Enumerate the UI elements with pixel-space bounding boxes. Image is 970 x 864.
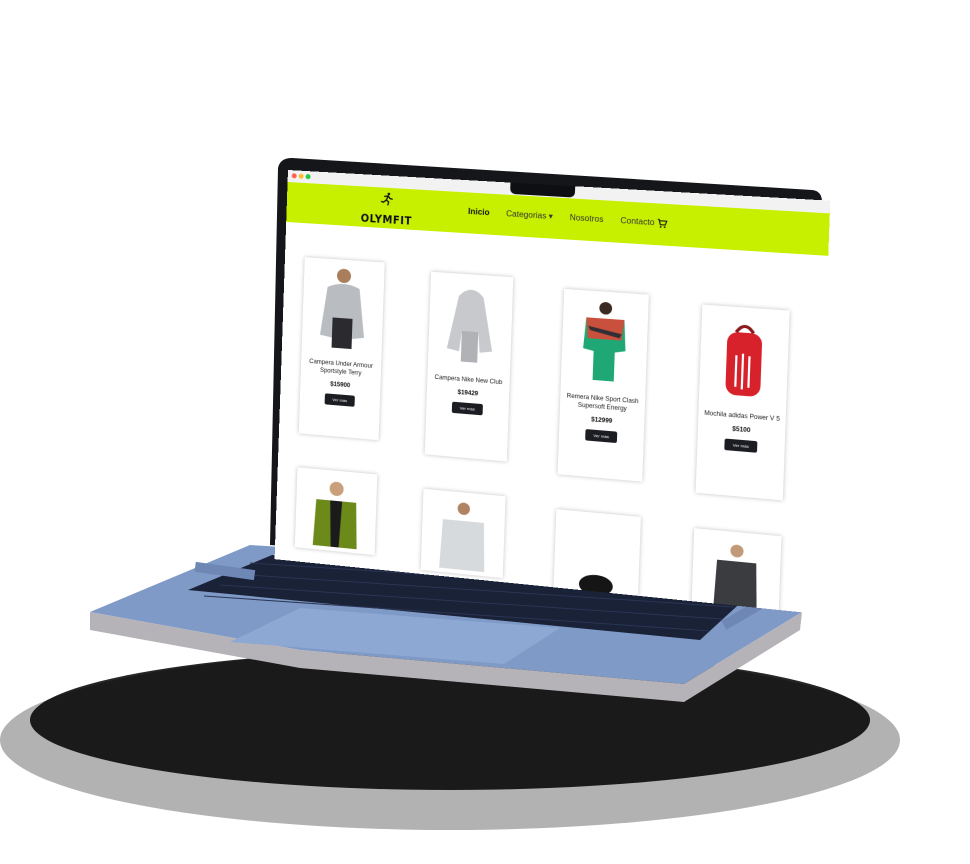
view-more-button[interactable]: Ver más — [325, 393, 355, 407]
brand-logo[interactable]: OLYMFIT — [356, 190, 418, 228]
product-price: $5100 — [732, 427, 750, 435]
product-card[interactable] — [553, 509, 640, 600]
nav-item-contacto[interactable]: Contacto — [620, 216, 654, 227]
product-card[interactable] — [421, 489, 506, 578]
main-nav: Inicio Categorias ▾ Nosotros Contacto — [468, 207, 655, 227]
product-name: Campera Under Armour Sportstyle Terry — [301, 357, 381, 379]
runner-icon — [380, 191, 395, 206]
product-card[interactable]: Remera Nike Sport Clash Supersoft Energy… — [558, 289, 649, 482]
product-name: Remera Nike Sport Clash Supersoft Energy — [560, 392, 645, 415]
product-image — [559, 516, 636, 600]
product-card[interactable]: Mochila adidas Power V 5 $5100 Ver más — [696, 305, 790, 501]
product-image — [426, 495, 500, 577]
product-card[interactable] — [691, 528, 781, 613]
product-card[interactable]: Campera Under Armour Sportstyle Terry $1… — [299, 257, 385, 440]
cart-icon[interactable] — [657, 218, 668, 231]
product-price: $12999 — [591, 417, 612, 425]
screen-content: OLYMFIT Inicio Categorias ▾ Nosotros Con… — [275, 170, 831, 614]
view-more-button[interactable]: Ver más — [452, 402, 483, 416]
maximize-dot[interactable] — [306, 174, 311, 179]
nav-item-categorias[interactable]: Categorias ▾ — [506, 209, 553, 221]
product-image — [300, 474, 372, 555]
product-image — [704, 311, 784, 407]
view-more-button[interactable]: Ver más — [585, 429, 617, 443]
nav-item-inicio[interactable]: Inicio — [468, 207, 490, 217]
view-more-button[interactable]: Ver más — [724, 439, 757, 453]
product-card[interactable]: Campera Nike New Club $19429 Ver más — [425, 272, 514, 462]
product-image — [566, 295, 643, 389]
close-dot[interactable] — [292, 173, 297, 178]
product-grid: Campera Under Armour Sportstyle Terry $1… — [275, 222, 829, 614]
product-price: $15900 — [330, 382, 350, 390]
product-image — [307, 264, 380, 355]
product-card[interactable] — [295, 467, 378, 555]
product-image — [433, 278, 508, 371]
nav-item-nosotros[interactable]: Nosotros — [570, 213, 604, 224]
product-name: Campera Nike New Club — [430, 373, 506, 387]
product-price: $19429 — [457, 390, 478, 398]
product-image — [697, 535, 776, 614]
product-name: Mochila adidas Power V 5 — [700, 409, 785, 424]
brand-name: OLYMFIT — [356, 211, 417, 228]
minimize-dot[interactable] — [299, 174, 304, 179]
